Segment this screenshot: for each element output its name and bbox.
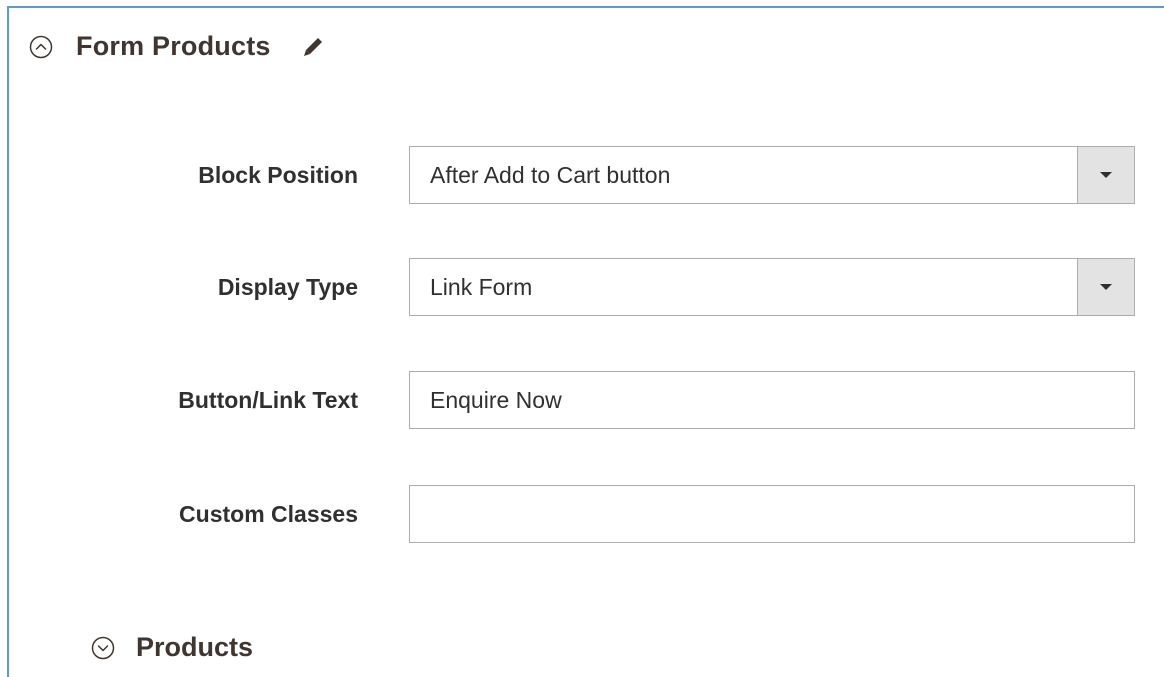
field-row-block-position: Block Position After Add to Cart button — [9, 146, 1164, 204]
pencil-icon[interactable] — [300, 34, 326, 60]
expand-chevron-down-circle-icon[interactable] — [91, 636, 115, 660]
caret-down-icon — [1100, 172, 1112, 178]
custom-classes-input[interactable] — [410, 486, 1134, 542]
block-position-selected-value: After Add to Cart button — [430, 161, 671, 188]
form-products-panel: Form Products Block Position After Add t… — [7, 6, 1164, 677]
display-type-selected-value: Link Form — [430, 273, 533, 300]
display-type-dropdown-button[interactable] — [1077, 259, 1134, 315]
custom-classes-field-box — [409, 485, 1135, 543]
field-row-button-link-text: Button/Link Text — [9, 371, 1164, 429]
block-position-dropdown-button[interactable] — [1077, 147, 1134, 203]
display-type-label: Display Type — [217, 273, 358, 300]
block-position-label: Block Position — [198, 161, 358, 188]
caret-down-icon — [1100, 284, 1112, 290]
collapse-chevron-up-circle-icon[interactable] — [29, 35, 53, 59]
block-position-select[interactable]: After Add to Cart button — [409, 146, 1135, 204]
field-row-display-type: Display Type Link Form — [9, 258, 1164, 316]
custom-classes-label: Custom Classes — [179, 500, 358, 527]
display-type-select[interactable]: Link Form — [409, 258, 1135, 316]
button-link-text-label: Button/Link Text — [178, 386, 358, 413]
section-title: Form Products — [76, 31, 271, 61]
field-row-custom-classes: Custom Classes — [9, 485, 1164, 543]
products-section-header[interactable]: Products — [91, 632, 253, 663]
button-link-text-field-box — [409, 371, 1135, 429]
form-products-section-header[interactable]: Form Products — [29, 31, 326, 62]
products-section-title: Products — [136, 632, 254, 662]
button-link-text-input[interactable] — [410, 372, 1134, 428]
